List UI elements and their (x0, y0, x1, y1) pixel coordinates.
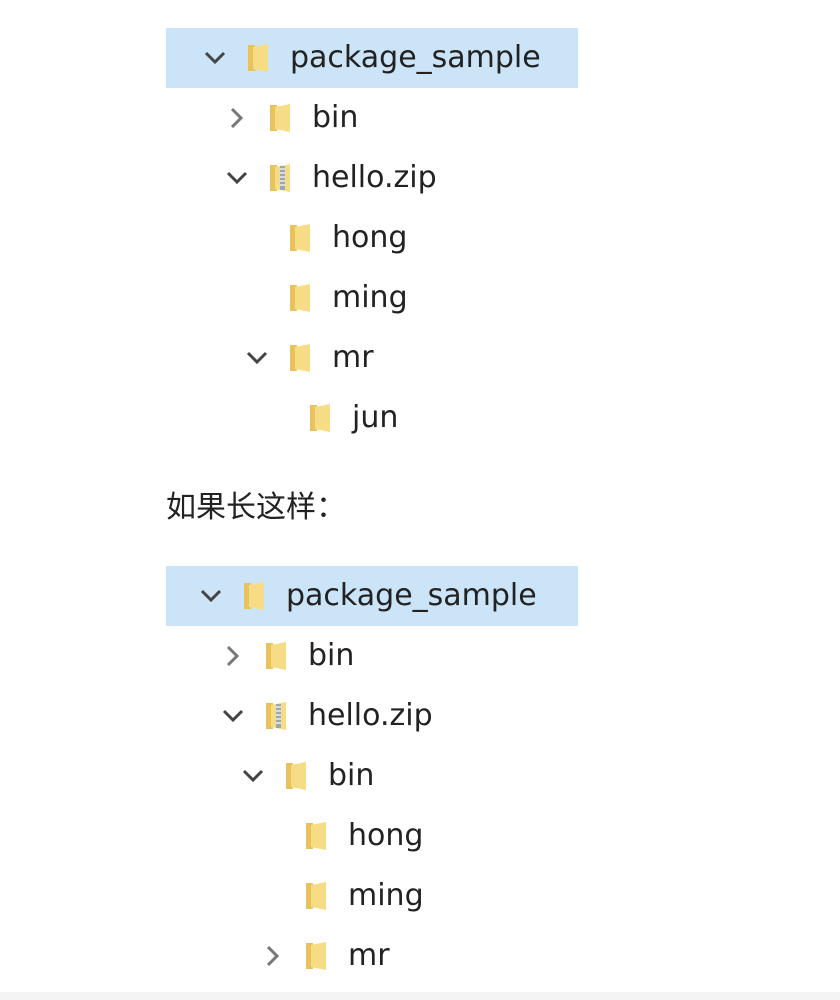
tree-item-label: hello.zip (312, 160, 437, 195)
tree-item-ming[interactable]: ming (166, 866, 578, 926)
bottom-divider (0, 992, 840, 1000)
caption-text: 如果长这样： (166, 490, 346, 525)
tree-item-package-sample[interactable]: package_sample (166, 28, 578, 88)
tree-view-top: package_sample bin hello.zip hong ming m… (166, 28, 578, 448)
tree-item-label: hello.zip (308, 698, 433, 733)
tree-item-hello-zip[interactable]: hello.zip (166, 148, 578, 208)
tree-item-mr[interactable]: mr (166, 328, 578, 388)
tree-item-hong[interactable]: hong (166, 208, 578, 268)
chevron-down-icon[interactable] (200, 43, 230, 73)
folder-icon (282, 761, 310, 791)
tree-item-label: jun (352, 400, 399, 435)
tree-item-label: mr (348, 938, 390, 973)
chevron-down-icon[interactable] (222, 163, 252, 193)
folder-icon (240, 581, 268, 611)
zip-folder-icon (262, 701, 290, 731)
folder-icon (302, 821, 330, 851)
tree-item-label: hong (348, 818, 424, 853)
chevron-right-icon[interactable] (218, 641, 248, 671)
tree-item-label: package_sample (290, 40, 541, 75)
folder-icon (286, 223, 314, 253)
folder-icon (302, 881, 330, 911)
tree-item-package-sample[interactable]: package_sample (166, 566, 578, 626)
chevron-right-icon[interactable] (258, 941, 288, 971)
zip-folder-icon (266, 163, 294, 193)
tree-item-label: hong (332, 220, 408, 255)
chevron-down-icon[interactable] (242, 343, 272, 373)
tree-item-label: bin (328, 758, 375, 793)
tree-item-label: mr (332, 340, 374, 375)
chevron-down-icon[interactable] (196, 581, 226, 611)
folder-icon (286, 283, 314, 313)
folder-icon (302, 941, 330, 971)
tree-item-label: bin (312, 100, 359, 135)
tree-item-mr[interactable]: mr (166, 926, 578, 986)
tree-item-label: bin (308, 638, 355, 673)
tree-item-ming[interactable]: ming (166, 268, 578, 328)
tree-view-bottom: package_sample bin hello.zip bin hong mi… (166, 566, 578, 986)
chevron-down-icon[interactable] (218, 701, 248, 731)
folder-icon (286, 343, 314, 373)
chevron-right-icon[interactable] (222, 103, 252, 133)
tree-item-label: ming (348, 878, 424, 913)
tree-item-bin-nested[interactable]: bin (166, 746, 578, 806)
chevron-down-icon[interactable] (238, 761, 268, 791)
tree-item-label: ming (332, 280, 408, 315)
tree-item-jun[interactable]: jun (166, 388, 578, 448)
folder-icon (306, 403, 334, 433)
tree-item-hello-zip[interactable]: hello.zip (166, 686, 578, 746)
tree-item-bin[interactable]: bin (166, 88, 578, 148)
folder-icon (266, 103, 294, 133)
tree-item-bin[interactable]: bin (166, 626, 578, 686)
folder-icon (244, 43, 272, 73)
tree-item-hong[interactable]: hong (166, 806, 578, 866)
tree-item-label: package_sample (286, 578, 537, 613)
folder-icon (262, 641, 290, 671)
